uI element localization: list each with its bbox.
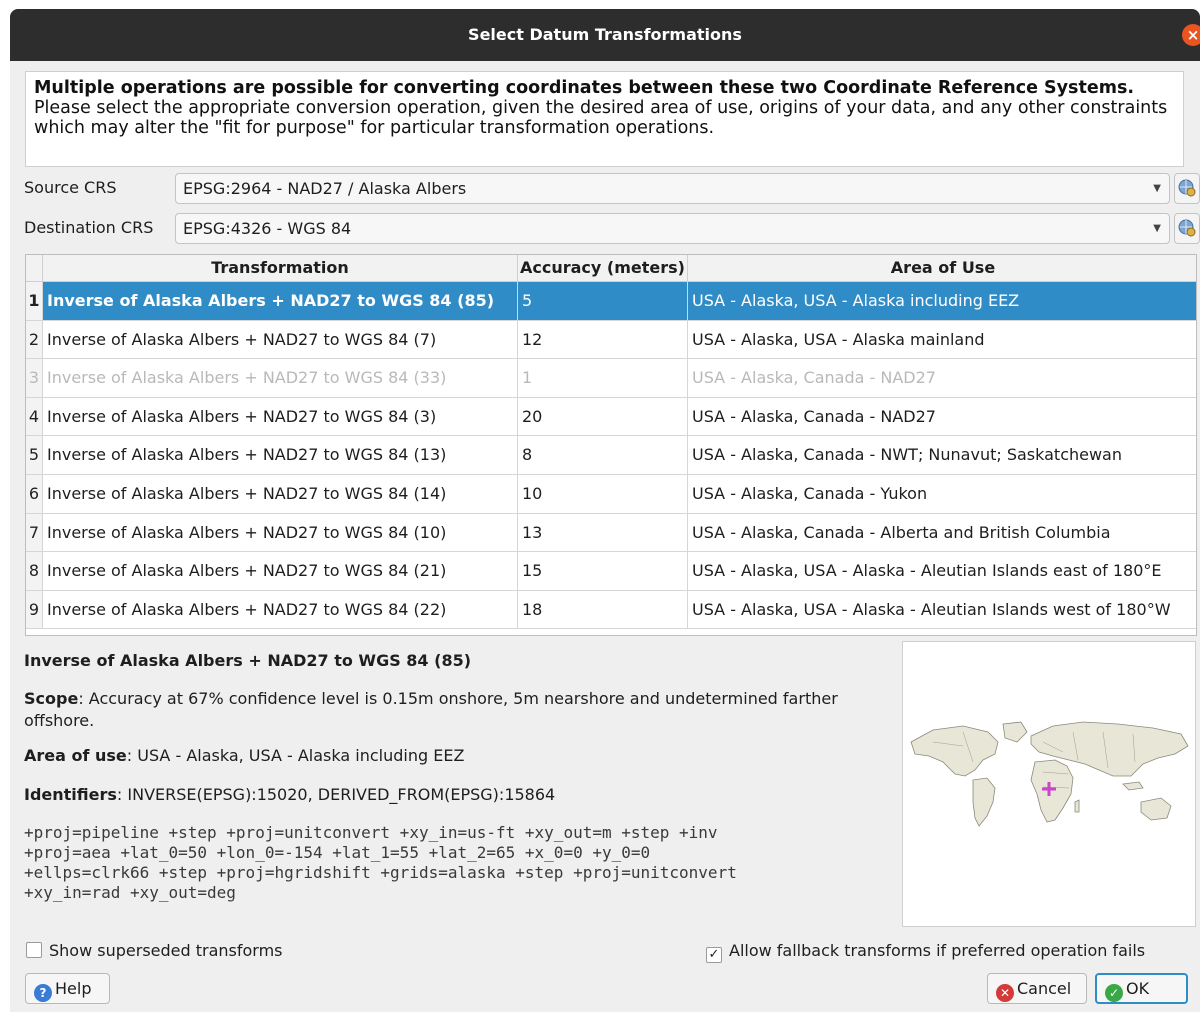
source-crs-value: EPSG:2964 - NAD27 / Alaska Albers (183, 179, 467, 198)
area-of-use-cell: USA - Alaska, Canada - Alberta and Briti… (692, 522, 1111, 542)
table-row[interactable]: 4 Inverse of Alaska Albers + NAD27 to WGS… (26, 397, 1196, 437)
row-number: 6 (26, 475, 43, 513)
transformations-table[interactable]: Transformation Accuracy (meters) Area of… (25, 254, 1197, 636)
dialog-window: Select Datum Transformations × Multiple … (10, 9, 1200, 1012)
table-row[interactable]: 5 Inverse of Alaska Albers + NAD27 to WGS… (26, 436, 1196, 475)
checkbox-unchecked[interactable] (26, 942, 42, 958)
cancel-button[interactable]: ✕ Cancel (987, 973, 1087, 1004)
area-text: : USA - Alaska, USA - Alaska including E… (126, 746, 465, 765)
source-crs-label: Source CRS (24, 178, 117, 197)
ok-icon: ✓ (1105, 984, 1123, 1002)
area-of-use-cell: USA - Alaska, Canada - Yukon (692, 484, 928, 503)
table-row[interactable]: 7 Inverse of Alaska Albers + NAD27 to WGS… (26, 513, 1196, 553)
cancel-button-label: Cancel (1017, 979, 1072, 998)
accuracy-cell: 10 (518, 475, 688, 513)
destination-crs-select[interactable]: EPSG:4326 - WGS 84 ▼ (175, 213, 1170, 244)
column-header-transformation[interactable]: Transformation (43, 255, 518, 282)
chevron-down-icon: ▼ (1153, 223, 1161, 234)
table-row[interactable]: 6 Inverse of Alaska Albers + NAD27 to WGS… (26, 475, 1196, 514)
table-row[interactable]: 8 Inverse of Alaska Albers + NAD27 to WGS… (26, 552, 1196, 591)
row-number-header (26, 255, 43, 282)
allow-fallback-label: Allow fallback transforms if preferred o… (729, 941, 1146, 960)
info-message-text: Please select the appropriate conversion… (34, 98, 1168, 138)
scope-label: Scope (24, 689, 79, 708)
window-title: Select Datum Transformations (468, 25, 742, 44)
table-row[interactable]: 2 Inverse of Alaska Albers + NAD27 to WGS… (26, 320, 1196, 360)
area-of-use-cell: USA - Alaska, USA - Alaska including EEZ (688, 282, 1196, 320)
area-of-use-cell: USA - Alaska, Canada - NWT; Nunavut; Sas… (692, 445, 1122, 465)
scope-text: : Accuracy at 67% confidence level is 0.… (24, 689, 838, 730)
source-crs-select[interactable]: EPSG:2964 - NAD27 / Alaska Albers ▼ (175, 173, 1170, 204)
accuracy-cell: 12 (518, 320, 688, 359)
area-of-use-map (902, 641, 1196, 927)
transformation-cell: Inverse of Alaska Albers + NAD27 to WGS … (43, 475, 518, 513)
chevron-down-icon: ▼ (1153, 183, 1161, 194)
table-row[interactable]: 9 Inverse of Alaska Albers + NAD27 to WGS… (26, 590, 1196, 630)
details-title: Inverse of Alaska Albers + NAD27 to WGS … (24, 651, 472, 670)
transformation-cell: Inverse of Alaska Albers + NAD27 to WGS … (43, 320, 518, 359)
accuracy-cell: 13 (518, 513, 688, 552)
help-icon: ? (34, 984, 52, 1002)
help-button[interactable]: ? Help (25, 973, 110, 1004)
info-message-bold: Multiple operations are possible for con… (34, 78, 1135, 98)
transformation-cell: Inverse of Alaska Albers + NAD27 to WGS … (43, 282, 518, 320)
transformation-cell: Inverse of Alaska Albers + NAD27 to WGS … (43, 552, 518, 590)
row-number: 1 (26, 282, 43, 320)
area-of-use-cell: USA - Alaska, Canada - NAD27 (692, 406, 936, 426)
world-map-image (910, 721, 1189, 827)
accuracy-cell: 15 (518, 552, 688, 590)
destination-crs-selector-button[interactable] (1174, 213, 1200, 244)
row-number: 7 (26, 513, 43, 552)
accuracy-cell: 8 (518, 436, 688, 474)
transformation-cell: Inverse of Alaska Albers + NAD27 to WGS … (43, 436, 518, 474)
info-message: Multiple operations are possible for con… (25, 71, 1184, 167)
title-bar[interactable]: Select Datum Transformations × (10, 9, 1200, 61)
source-crs-selector-button[interactable] (1174, 173, 1200, 204)
accuracy-cell: 5 (518, 282, 688, 320)
row-number: 8 (26, 552, 43, 590)
accuracy-cell: 1 (518, 359, 688, 397)
details-area-of-use: Area of use: USA - Alaska, USA - Alaska … (24, 746, 464, 765)
row-number: 4 (26, 397, 43, 436)
allow-fallback-checkbox[interactable]: ✓ Allow fallback transforms if preferred … (706, 941, 1145, 963)
table-row[interactable]: 1 Inverse of Alaska Albers + NAD27 to WGS… (26, 282, 1196, 321)
destination-crs-value: EPSG:4326 - WGS 84 (183, 219, 352, 238)
show-superseded-label: Show superseded transforms (49, 941, 283, 960)
table-row: 3 Inverse of Alaska Albers + NAD27 to WGS… (26, 359, 1196, 398)
area-of-use-cell: USA - Alaska, Canada - NAD27 (692, 368, 936, 388)
row-number: 9 (26, 590, 43, 629)
identifiers-text: : INVERSE(EPSG):15020, DERIVED_FROM(EPSG… (116, 785, 556, 804)
ok-button-label: OK (1126, 979, 1150, 998)
details-identifiers: Identifiers: INVERSE(EPSG):15020, DERIVE… (24, 785, 555, 804)
transformation-cell: Inverse of Alaska Albers + NAD27 to WGS … (43, 359, 518, 397)
checkbox-checked[interactable]: ✓ (706, 947, 722, 963)
column-header-area-of-use[interactable]: Area of Use (688, 255, 1196, 282)
transformation-cell: Inverse of Alaska Albers + NAD27 to WGS … (43, 397, 518, 436)
row-number: 2 (26, 320, 43, 359)
details-scope: Scope: Accuracy at 67% confidence level … (24, 688, 854, 732)
help-button-label: Help (55, 979, 92, 998)
cancel-icon: ✕ (996, 984, 1014, 1002)
show-superseded-checkbox[interactable]: Show superseded transforms (26, 941, 283, 961)
ok-button[interactable]: ✓ OK (1095, 973, 1188, 1004)
globe-gear-icon (1178, 179, 1196, 197)
area-label: Area of use (24, 746, 127, 765)
identifiers-label: Identifiers (24, 785, 117, 804)
close-icon[interactable]: × (1182, 24, 1200, 46)
area-of-use-cell: USA - Alaska, USA - Alaska mainland (692, 329, 985, 349)
row-number: 5 (26, 436, 43, 474)
column-header-accuracy[interactable]: Accuracy (meters) (518, 255, 688, 282)
area-of-use-cell: USA - Alaska, USA - Alaska - Aleutian Is… (692, 561, 1162, 581)
accuracy-cell: 18 (518, 590, 688, 629)
area-of-use-cell: USA - Alaska, USA - Alaska - Aleutian Is… (692, 599, 1171, 619)
table-header: Transformation Accuracy (meters) Area of… (26, 255, 1196, 282)
transformation-cell: Inverse of Alaska Albers + NAD27 to WGS … (43, 513, 518, 552)
globe-gear-icon (1178, 219, 1196, 237)
accuracy-cell: 20 (518, 397, 688, 436)
row-number: 3 (26, 359, 43, 397)
destination-crs-label: Destination CRS (24, 218, 154, 237)
transformation-cell: Inverse of Alaska Albers + NAD27 to WGS … (43, 590, 518, 629)
proj-string: +proj=pipeline +step +proj=unitconvert +… (24, 823, 737, 902)
